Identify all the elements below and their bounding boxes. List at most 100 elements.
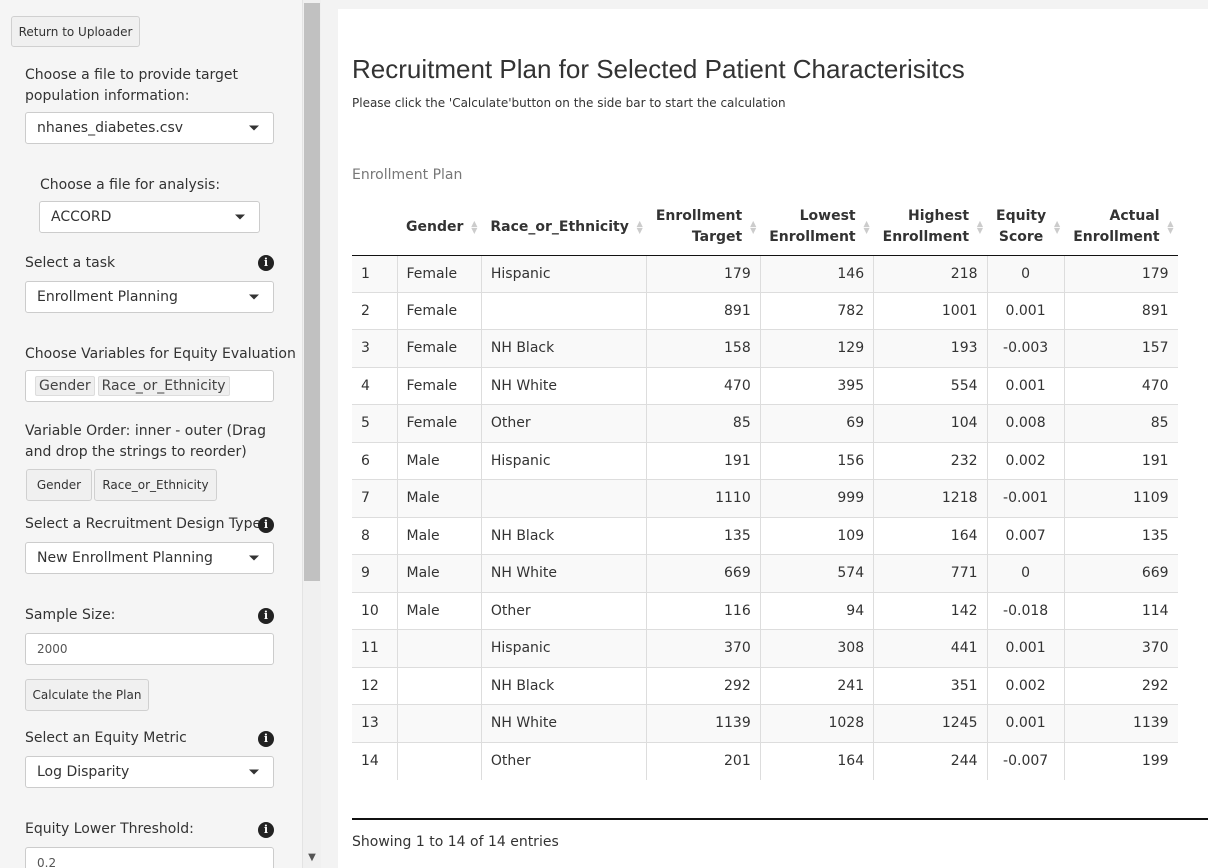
lower-threshold-value: 0.2 [37, 856, 57, 868]
equity-var-chip-race[interactable]: Race_or_Ethnicity [97, 376, 230, 396]
header-index[interactable] [352, 200, 397, 256]
main-left-strip [321, 0, 338, 868]
sidebar-scrollbar-thumb[interactable] [304, 3, 320, 581]
info-icon[interactable]: i [258, 822, 274, 838]
table-cell: 10 [352, 591, 397, 630]
table-cell [396, 629, 482, 667]
table-cell: 574 [759, 554, 874, 592]
table-cell: -0.018 [986, 591, 1065, 630]
metric-select[interactable]: Log Disparity [25, 756, 274, 788]
var-order-chip-race[interactable]: Race_or_Ethnicity [94, 469, 217, 501]
var-order-chip-gender[interactable]: Gender [26, 469, 92, 501]
chevron-down-icon [249, 294, 259, 300]
header-highest-enrollment[interactable]: Highest Enrollment ▲ ▼ [873, 200, 988, 256]
table-cell: 6 [352, 441, 397, 480]
table-row[interactable]: 4 Female NH White 470 395 554 0.001 470 [352, 366, 1178, 405]
design-select[interactable]: New Enrollment Planning [25, 542, 274, 574]
return-to-uploader-button[interactable]: Return to Uploader [11, 16, 140, 47]
sample-size-value: 2000 [37, 642, 68, 656]
table-cell: 0 [986, 554, 1065, 592]
analysis-file-select[interactable]: ACCORD [39, 201, 260, 233]
table-cell: NH White [480, 704, 647, 742]
table-cell: Male [396, 441, 482, 480]
table-row[interactable]: 1 Female Hispanic 179 146 218 0 179 [352, 254, 1178, 292]
table-cell: 164 [759, 741, 874, 780]
sample-size-input[interactable]: 2000 [25, 633, 274, 665]
info-icon[interactable]: i [258, 731, 274, 747]
table-cell: 0.002 [986, 666, 1065, 705]
table-row[interactable]: 2 Female 891 782 1001 0.001 891 [352, 291, 1178, 330]
target-file-select[interactable]: nhanes_diabetes.csv [25, 112, 274, 144]
table-cell: Male [396, 516, 482, 555]
analysis-file-value: ACCORD [51, 209, 112, 225]
chevron-down-icon [249, 125, 259, 131]
table-row[interactable]: 7 Male 1110 999 1218 -0.001 1109 [352, 479, 1178, 517]
table-cell: 0.001 [986, 291, 1065, 330]
task-value: Enrollment Planning [37, 289, 178, 305]
table-row[interactable]: 8 Male NH Black 135 109 164 0.007 135 [352, 516, 1178, 555]
info-icon[interactable]: i [258, 608, 274, 624]
table-cell: 1028 [759, 704, 874, 742]
table-cell: NH White [480, 366, 647, 405]
table-row[interactable]: 14 Other 201 164 244 -0.007 199 [352, 741, 1178, 780]
sort-icon: ▲ ▼ [863, 219, 870, 236]
design-value: New Enrollment Planning [37, 550, 213, 566]
header-actual-enrollment[interactable]: Actual Enrollment ▲ ▼ [1064, 200, 1178, 256]
table-row[interactable]: 3 Female NH Black 158 129 193 -0.003 157 [352, 329, 1178, 367]
table-cell: NH Black [480, 666, 647, 705]
design-label: Select a Recruitment Design Type [25, 516, 262, 532]
page-subtitle: Please click the 'Calculate'button on th… [352, 96, 786, 110]
equity-vars-input[interactable]: Gender Race_or_Ethnicity [25, 370, 274, 402]
table-row[interactable]: 9 Male NH White 669 574 771 0 669 [352, 554, 1178, 592]
table-row[interactable]: 13 NH White 1139 1028 1245 0.001 1139 [352, 704, 1178, 742]
sort-icon: ▲ ▼ [750, 219, 757, 236]
table-cell: 142 [873, 591, 988, 630]
table-cell: 199 [1063, 741, 1178, 780]
equity-var-chip-gender[interactable]: Gender [35, 376, 95, 396]
table-row[interactable]: 6 Male Hispanic 191 156 232 0.002 191 [352, 441, 1178, 480]
table-row[interactable]: 5 Female Other 85 69 104 0.008 85 [352, 404, 1178, 442]
header-label: Lowest Enrollment [769, 208, 856, 246]
header-equity-score[interactable]: Equity Score ▲ ▼ [987, 200, 1065, 256]
table-row[interactable]: 11 Hispanic 370 308 441 0.001 370 [352, 629, 1178, 667]
task-select[interactable]: Enrollment Planning [25, 281, 274, 313]
table-cell: Other [480, 741, 647, 780]
info-icon[interactable]: i [258, 255, 274, 271]
table-cell: 554 [873, 366, 988, 405]
enrollment-plan-table: Gender ▲ ▼ Race_or_Ethnicity ▲ ▼ Enrollmen… [352, 200, 1178, 780]
header-enrollment-target[interactable]: Enrollment Target ▲ ▼ [646, 200, 761, 256]
table-cell: Hispanic [480, 441, 647, 480]
table-cell: 3 [352, 329, 397, 367]
table-cell: 999 [759, 479, 874, 517]
sidebar: Return to Uploader Choose a file to prov… [0, 0, 303, 868]
calculate-plan-button[interactable]: Calculate the Plan [25, 679, 149, 711]
table-cell: Female [396, 254, 482, 292]
table-cell: -0.003 [986, 329, 1065, 367]
table-cell: -0.007 [986, 741, 1065, 780]
table-cell: Other [480, 404, 647, 442]
page-title: Recruitment Plan for Selected Patient Ch… [352, 54, 965, 84]
equity-vars-label: Choose Variables for Equity Evaluation [25, 346, 296, 362]
table-cell: 1139 [646, 704, 761, 742]
header-label: Gender [406, 218, 464, 235]
table-cell: 85 [646, 404, 761, 442]
info-icon[interactable]: i [258, 517, 274, 533]
scroll-down-arrow-icon[interactable]: ▼ [305, 851, 319, 865]
header-label: Highest Enrollment [882, 208, 970, 246]
table-cell: 1 [352, 254, 397, 292]
table-cell: Other [480, 591, 647, 630]
lower-threshold-input[interactable]: 0.2 [25, 847, 274, 868]
table-cell: Female [396, 404, 482, 442]
chevron-down-icon [249, 555, 259, 561]
main-top-strip [321, 0, 1208, 9]
header-lowest-enrollment[interactable]: Lowest Enrollment ▲ ▼ [760, 200, 874, 256]
analysis-file-label: Choose a file for analysis: [40, 177, 221, 193]
header-gender[interactable]: Gender ▲ ▼ [397, 200, 482, 256]
table-row[interactable]: 12 NH Black 292 241 351 0.002 292 [352, 666, 1178, 705]
chevron-down-icon [249, 769, 259, 775]
table-cell: 0 [986, 254, 1065, 292]
header-race[interactable]: Race_or_Ethnicity ▲ ▼ [481, 200, 647, 256]
target-file-label: Choose a file to provide target populati… [25, 67, 239, 104]
table-cell: 135 [646, 516, 761, 555]
table-row[interactable]: 10 Male Other 116 94 142 -0.018 114 [352, 591, 1178, 630]
